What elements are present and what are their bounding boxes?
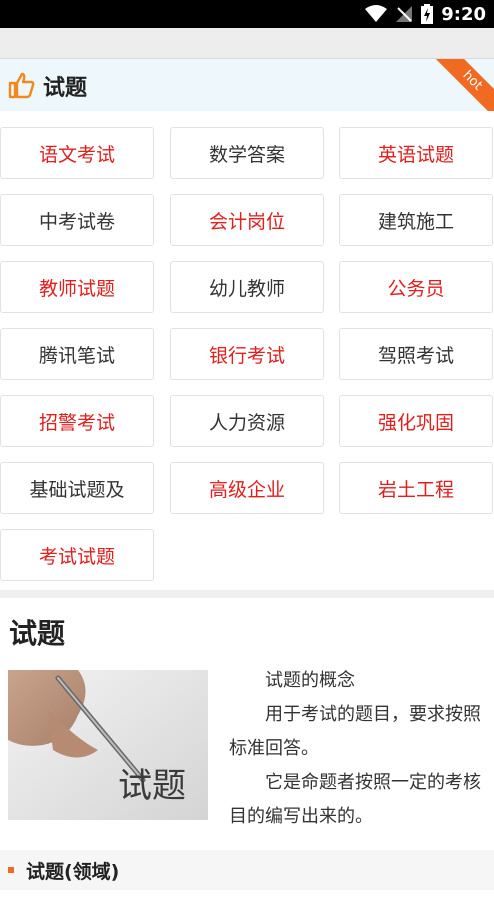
section-divider bbox=[0, 590, 494, 598]
category-button[interactable]: 驾照考试 bbox=[339, 328, 493, 380]
category-button[interactable]: 教师试题 bbox=[0, 261, 154, 313]
article-paragraph: 用于考试的题目，要求按照标准回答。 bbox=[229, 704, 481, 759]
category-button[interactable]: 语文考试 bbox=[0, 127, 154, 179]
hot-ribbon: hot bbox=[429, 59, 494, 111]
article-paragraph: 它是命题者按照一定的考核目的编写出来的。 bbox=[229, 772, 481, 827]
article-paragraph: 试题的概念 bbox=[265, 670, 355, 691]
category-button[interactable]: 英语试题 bbox=[339, 127, 493, 179]
header-title: 试题 bbox=[43, 76, 88, 101]
article-image: 试题 bbox=[8, 670, 208, 820]
no-signal-icon bbox=[396, 6, 413, 22]
thumbs-up-icon bbox=[8, 72, 35, 99]
category-button[interactable]: 建筑施工 bbox=[339, 194, 493, 246]
category-button[interactable]: 高级企业 bbox=[170, 462, 324, 514]
category-button[interactable]: 人力资源 bbox=[170, 395, 324, 447]
category-button[interactable]: 考试试题 bbox=[0, 529, 154, 581]
section-bar[interactable]: 试题(领域) bbox=[0, 850, 494, 890]
section-label: 试题(领域) bbox=[26, 861, 120, 883]
category-button[interactable]: 强化巩固 bbox=[339, 395, 493, 447]
article-title: 试题 bbox=[9, 617, 66, 650]
category-button[interactable]: 招警考试 bbox=[0, 395, 154, 447]
category-button[interactable]: 数学答案 bbox=[170, 127, 324, 179]
section-bullet-icon bbox=[8, 867, 14, 873]
status-time: 9:20 bbox=[441, 3, 486, 25]
battery-charging-icon bbox=[421, 4, 434, 24]
top-spacer bbox=[0, 28, 494, 59]
category-button[interactable]: 基础试题及 bbox=[0, 462, 154, 514]
status-icons: 9:20 bbox=[365, 0, 494, 28]
wifi-icon bbox=[365, 5, 388, 22]
article-image-caption: 试题 bbox=[118, 766, 186, 806]
category-button[interactable]: 中考试卷 bbox=[0, 194, 154, 246]
category-button[interactable]: 银行考试 bbox=[170, 328, 324, 380]
category-button[interactable]: 幼儿教师 bbox=[170, 261, 324, 313]
category-header: 试题 hot bbox=[0, 59, 494, 111]
category-button[interactable]: 腾讯笔试 bbox=[0, 328, 154, 380]
category-button[interactable]: 公务员 bbox=[339, 261, 493, 313]
category-button[interactable]: 会计岗位 bbox=[170, 194, 324, 246]
category-button[interactable]: 岩土工程 bbox=[339, 462, 493, 514]
status-bar: 9:20 bbox=[0, 0, 494, 28]
article-body: 试题的概念用于考试的题目，要求按照标准回答。 它是命题者按照一定的考核目的编写出来… bbox=[229, 664, 491, 834]
